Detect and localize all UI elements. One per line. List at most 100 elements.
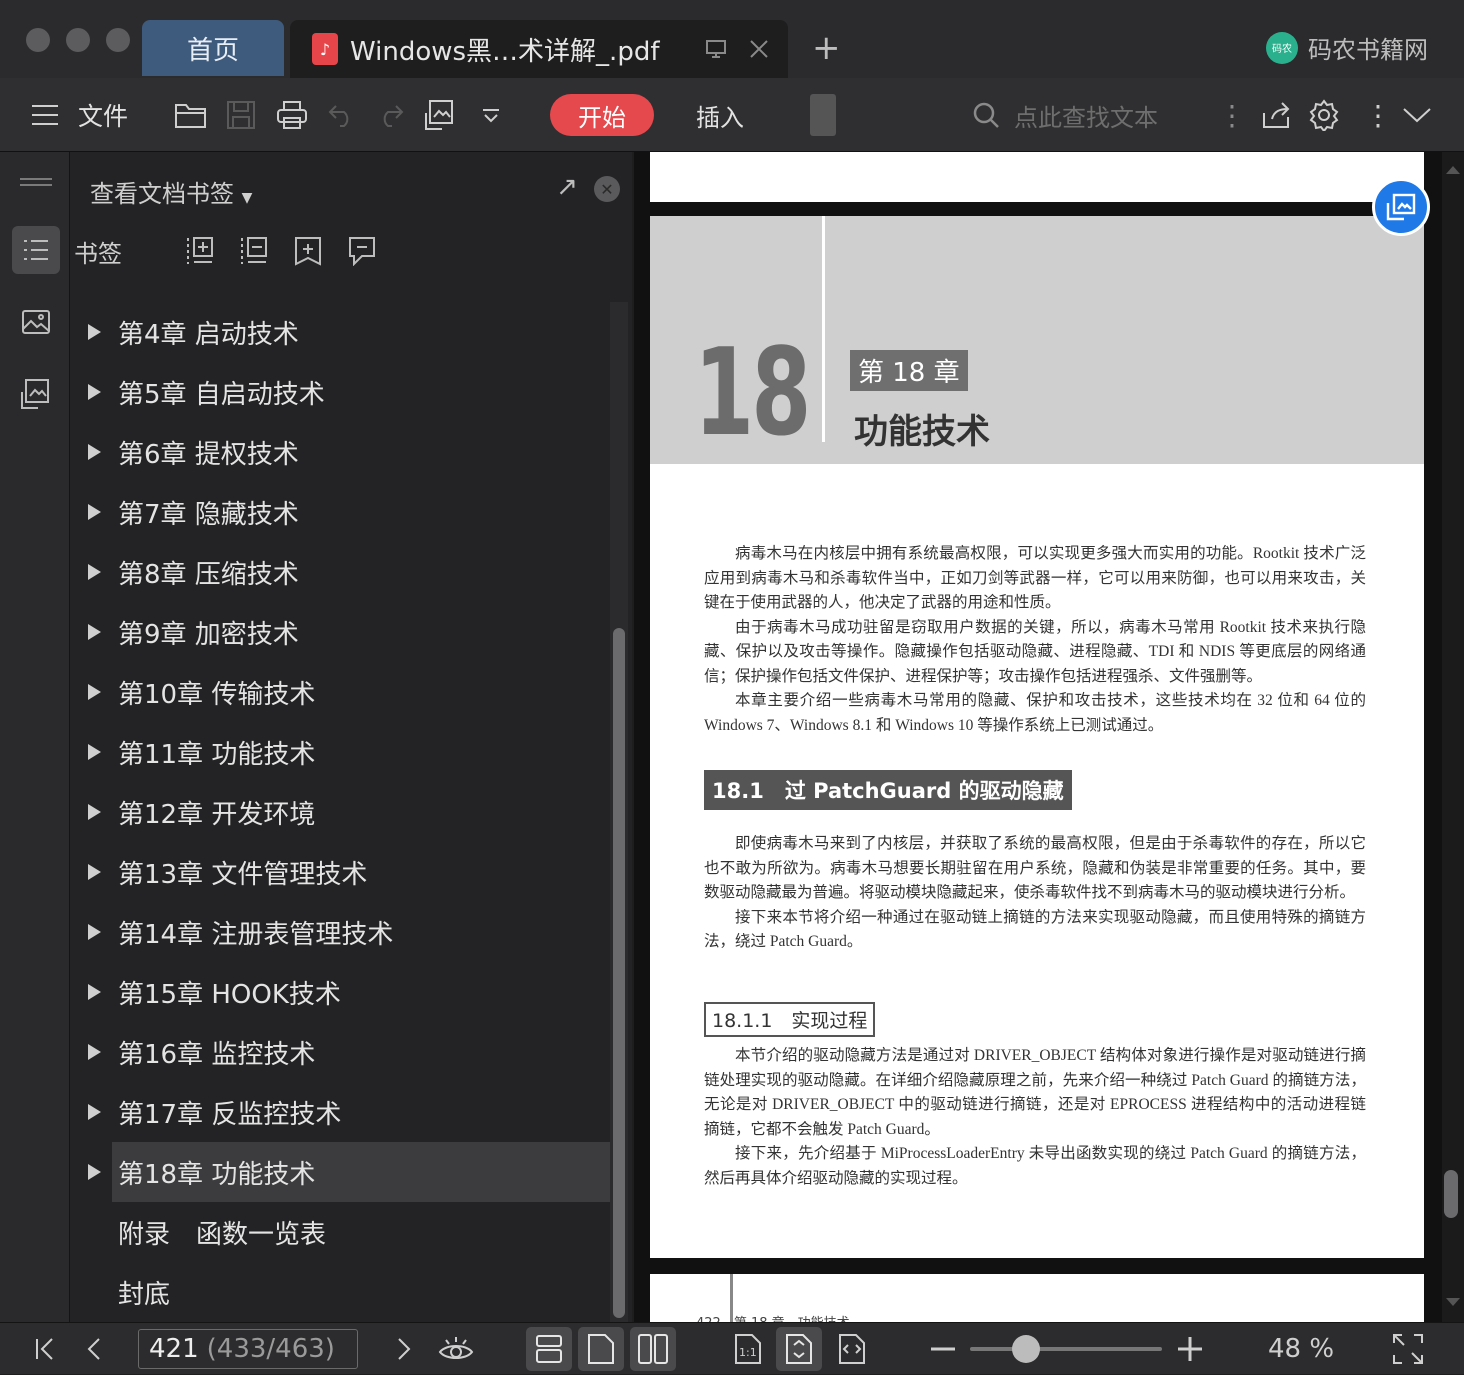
title-bar: 首页 ♪ Windows黑…术详解_.pdf + 码农 码农书籍网 (0, 0, 1464, 78)
bookmark-item[interactable]: 第8章 压缩技术 (70, 542, 610, 602)
bookmark-item[interactable]: 第4章 启动技术 (70, 302, 610, 362)
bookmark-item[interactable]: 封底 (70, 1262, 610, 1322)
fit-width-icon[interactable] (838, 1323, 866, 1375)
expand-arrow-icon[interactable] (88, 444, 101, 460)
expand-all-icon[interactable] (186, 236, 214, 266)
expand-arrow-icon[interactable] (88, 1044, 101, 1060)
more-options-icon[interactable]: ⋮ (1364, 78, 1392, 152)
bookmark-item[interactable]: 第5章 自启动技术 (70, 362, 610, 422)
zoom-slider[interactable] (970, 1347, 1162, 1351)
tab-home[interactable]: 首页 (142, 20, 284, 76)
redo-icon[interactable] (376, 78, 404, 152)
toolbar-overflow-button[interactable] (810, 94, 836, 136)
search-box[interactable]: 点此查找文本 (972, 92, 1158, 138)
maximize-window-button[interactable] (106, 28, 130, 52)
bookmark-item[interactable]: 第7章 隐藏技术 (70, 482, 610, 542)
bookmark-item[interactable]: 第14章 注册表管理技术 (70, 902, 610, 962)
eye-protection-icon[interactable] (438, 1323, 474, 1375)
screenshot-float-button[interactable] (1372, 178, 1430, 236)
collapse-all-icon[interactable] (240, 236, 268, 266)
bookmark-item[interactable]: 第12章 开发环境 (70, 782, 610, 842)
expand-arrow-icon[interactable] (88, 684, 101, 700)
close-sidebar-icon[interactable]: ✕ (594, 176, 620, 202)
expand-arrow-icon[interactable] (88, 324, 101, 340)
expand-arrow-icon[interactable] (88, 1164, 101, 1180)
single-page-view-icon[interactable] (578, 1327, 624, 1371)
bookmark-item[interactable]: 第6章 提权技术 (70, 422, 610, 482)
zoom-level[interactable]: 48 % (1268, 1323, 1334, 1375)
expand-arrow-icon[interactable] (88, 504, 101, 520)
expand-arrow-icon[interactable] (88, 984, 101, 1000)
bookmark-item[interactable]: 第15章 HOOK技术 (70, 962, 610, 1022)
expand-arrow-icon[interactable] (88, 744, 101, 760)
delete-bookmark-icon[interactable] (348, 236, 376, 266)
bookmark-item-label: 第8章 压缩技术 (118, 559, 299, 590)
actual-size-icon[interactable]: 1:1 (734, 1323, 762, 1375)
continuous-view-icon[interactable] (526, 1327, 572, 1371)
zoom-in-icon[interactable] (1176, 1323, 1204, 1375)
two-page-view-icon[interactable] (630, 1327, 676, 1371)
collapse-chevron-icon[interactable] (1402, 78, 1432, 152)
bookmark-item[interactable]: 第10章 传输技术 (70, 662, 610, 722)
new-tab-button[interactable]: + (812, 28, 841, 68)
zoom-slider-handle[interactable] (1011, 1335, 1040, 1363)
sidebar-scroll-thumb[interactable] (613, 628, 625, 1318)
rail-handle-icon[interactable] (20, 178, 52, 180)
page-number-input[interactable]: 421 (433/463) (138, 1329, 358, 1369)
add-bookmark-icon[interactable] (294, 236, 322, 266)
annotations-panel-icon[interactable] (12, 370, 60, 418)
undock-arrow-icon[interactable]: ↗ (556, 172, 578, 202)
sidebar-title-dropdown[interactable]: 查看文档书签 ▼ (90, 174, 252, 209)
monitor-icon[interactable] (704, 37, 728, 61)
next-page-icon[interactable] (396, 1323, 412, 1375)
bookmark-item[interactable]: 第17章 反监控技术 (70, 1082, 610, 1142)
thumbnails-panel-icon[interactable] (12, 298, 60, 346)
close-tab-icon[interactable] (748, 38, 770, 60)
file-menu[interactable]: 文件 (78, 78, 128, 152)
zoom-out-icon[interactable] (930, 1323, 956, 1375)
more-vertical-icon[interactable]: ⋮ (1218, 78, 1246, 152)
expand-arrow-icon[interactable] (88, 864, 101, 880)
bookmark-item-label: 第6章 提权技术 (118, 439, 299, 470)
bookmarks-panel-icon[interactable] (12, 226, 60, 274)
dropdown-chevron-icon[interactable] (480, 78, 502, 152)
bookmark-item[interactable]: 第16章 监控技术 (70, 1022, 610, 1082)
bookmark-item[interactable]: 第11章 功能技术 (70, 722, 610, 782)
print-icon[interactable] (276, 78, 308, 152)
expand-arrow-icon[interactable] (88, 384, 101, 400)
menu-icon[interactable] (30, 78, 60, 152)
bookmark-sidebar: 查看文档书签 ▼ ↗ ✕ 书签 第4章 启动技术 第5章 自启动技术 第6章 提权技… (70, 152, 632, 1322)
settings-gear-icon[interactable] (1308, 78, 1340, 152)
close-window-button[interactable] (26, 28, 50, 52)
minimize-window-button[interactable] (66, 28, 90, 52)
expand-arrow-icon[interactable] (88, 564, 101, 580)
bookmark-item[interactable]: 第13章 文件管理技术 (70, 842, 610, 902)
share-icon[interactable] (1262, 78, 1292, 152)
first-page-icon[interactable] (34, 1323, 56, 1375)
fit-page-icon[interactable] (776, 1327, 822, 1371)
expand-arrow-icon[interactable] (88, 804, 101, 820)
subsection-text: 本节介绍的驱动隐藏方法是通过对 DRIVER_OBJECT 结构体对象进行操作是… (704, 1044, 1366, 1191)
undo-icon[interactable] (328, 78, 356, 152)
document-viewer[interactable]: 18 第 18 章 功能技术 病毒木马在内核层中拥有系统最高权限，可以实现更多强… (634, 152, 1464, 1322)
tab-start[interactable]: 开始 (550, 94, 654, 136)
bookmark-item[interactable]: 附录 函数一览表 (70, 1202, 610, 1262)
expand-arrow-icon[interactable] (88, 924, 101, 940)
expand-arrow-icon[interactable] (88, 1104, 101, 1120)
scroll-down-arrow-icon[interactable] (1446, 1298, 1460, 1306)
fullscreen-icon[interactable] (1392, 1323, 1424, 1375)
chapter-badge: 第 18 章 (850, 350, 968, 391)
save-icon[interactable] (226, 78, 256, 152)
document-scroll-thumb[interactable] (1444, 1170, 1458, 1218)
bookmark-item[interactable]: 第18章 功能技术 (88, 1142, 610, 1202)
open-folder-icon[interactable] (174, 78, 208, 152)
previous-page-icon[interactable] (86, 1323, 102, 1375)
tab-insert[interactable]: 插入 (696, 94, 744, 136)
expand-arrow-icon[interactable] (88, 624, 101, 640)
export-image-icon[interactable] (424, 78, 456, 152)
document-scrollbar[interactable] (1442, 152, 1464, 1322)
scroll-up-arrow-icon[interactable] (1446, 166, 1460, 174)
tab-document[interactable]: ♪ Windows黑…术详解_.pdf (290, 20, 788, 78)
previous-page (650, 152, 1424, 202)
bookmark-item[interactable]: 第9章 加密技术 (70, 602, 610, 662)
